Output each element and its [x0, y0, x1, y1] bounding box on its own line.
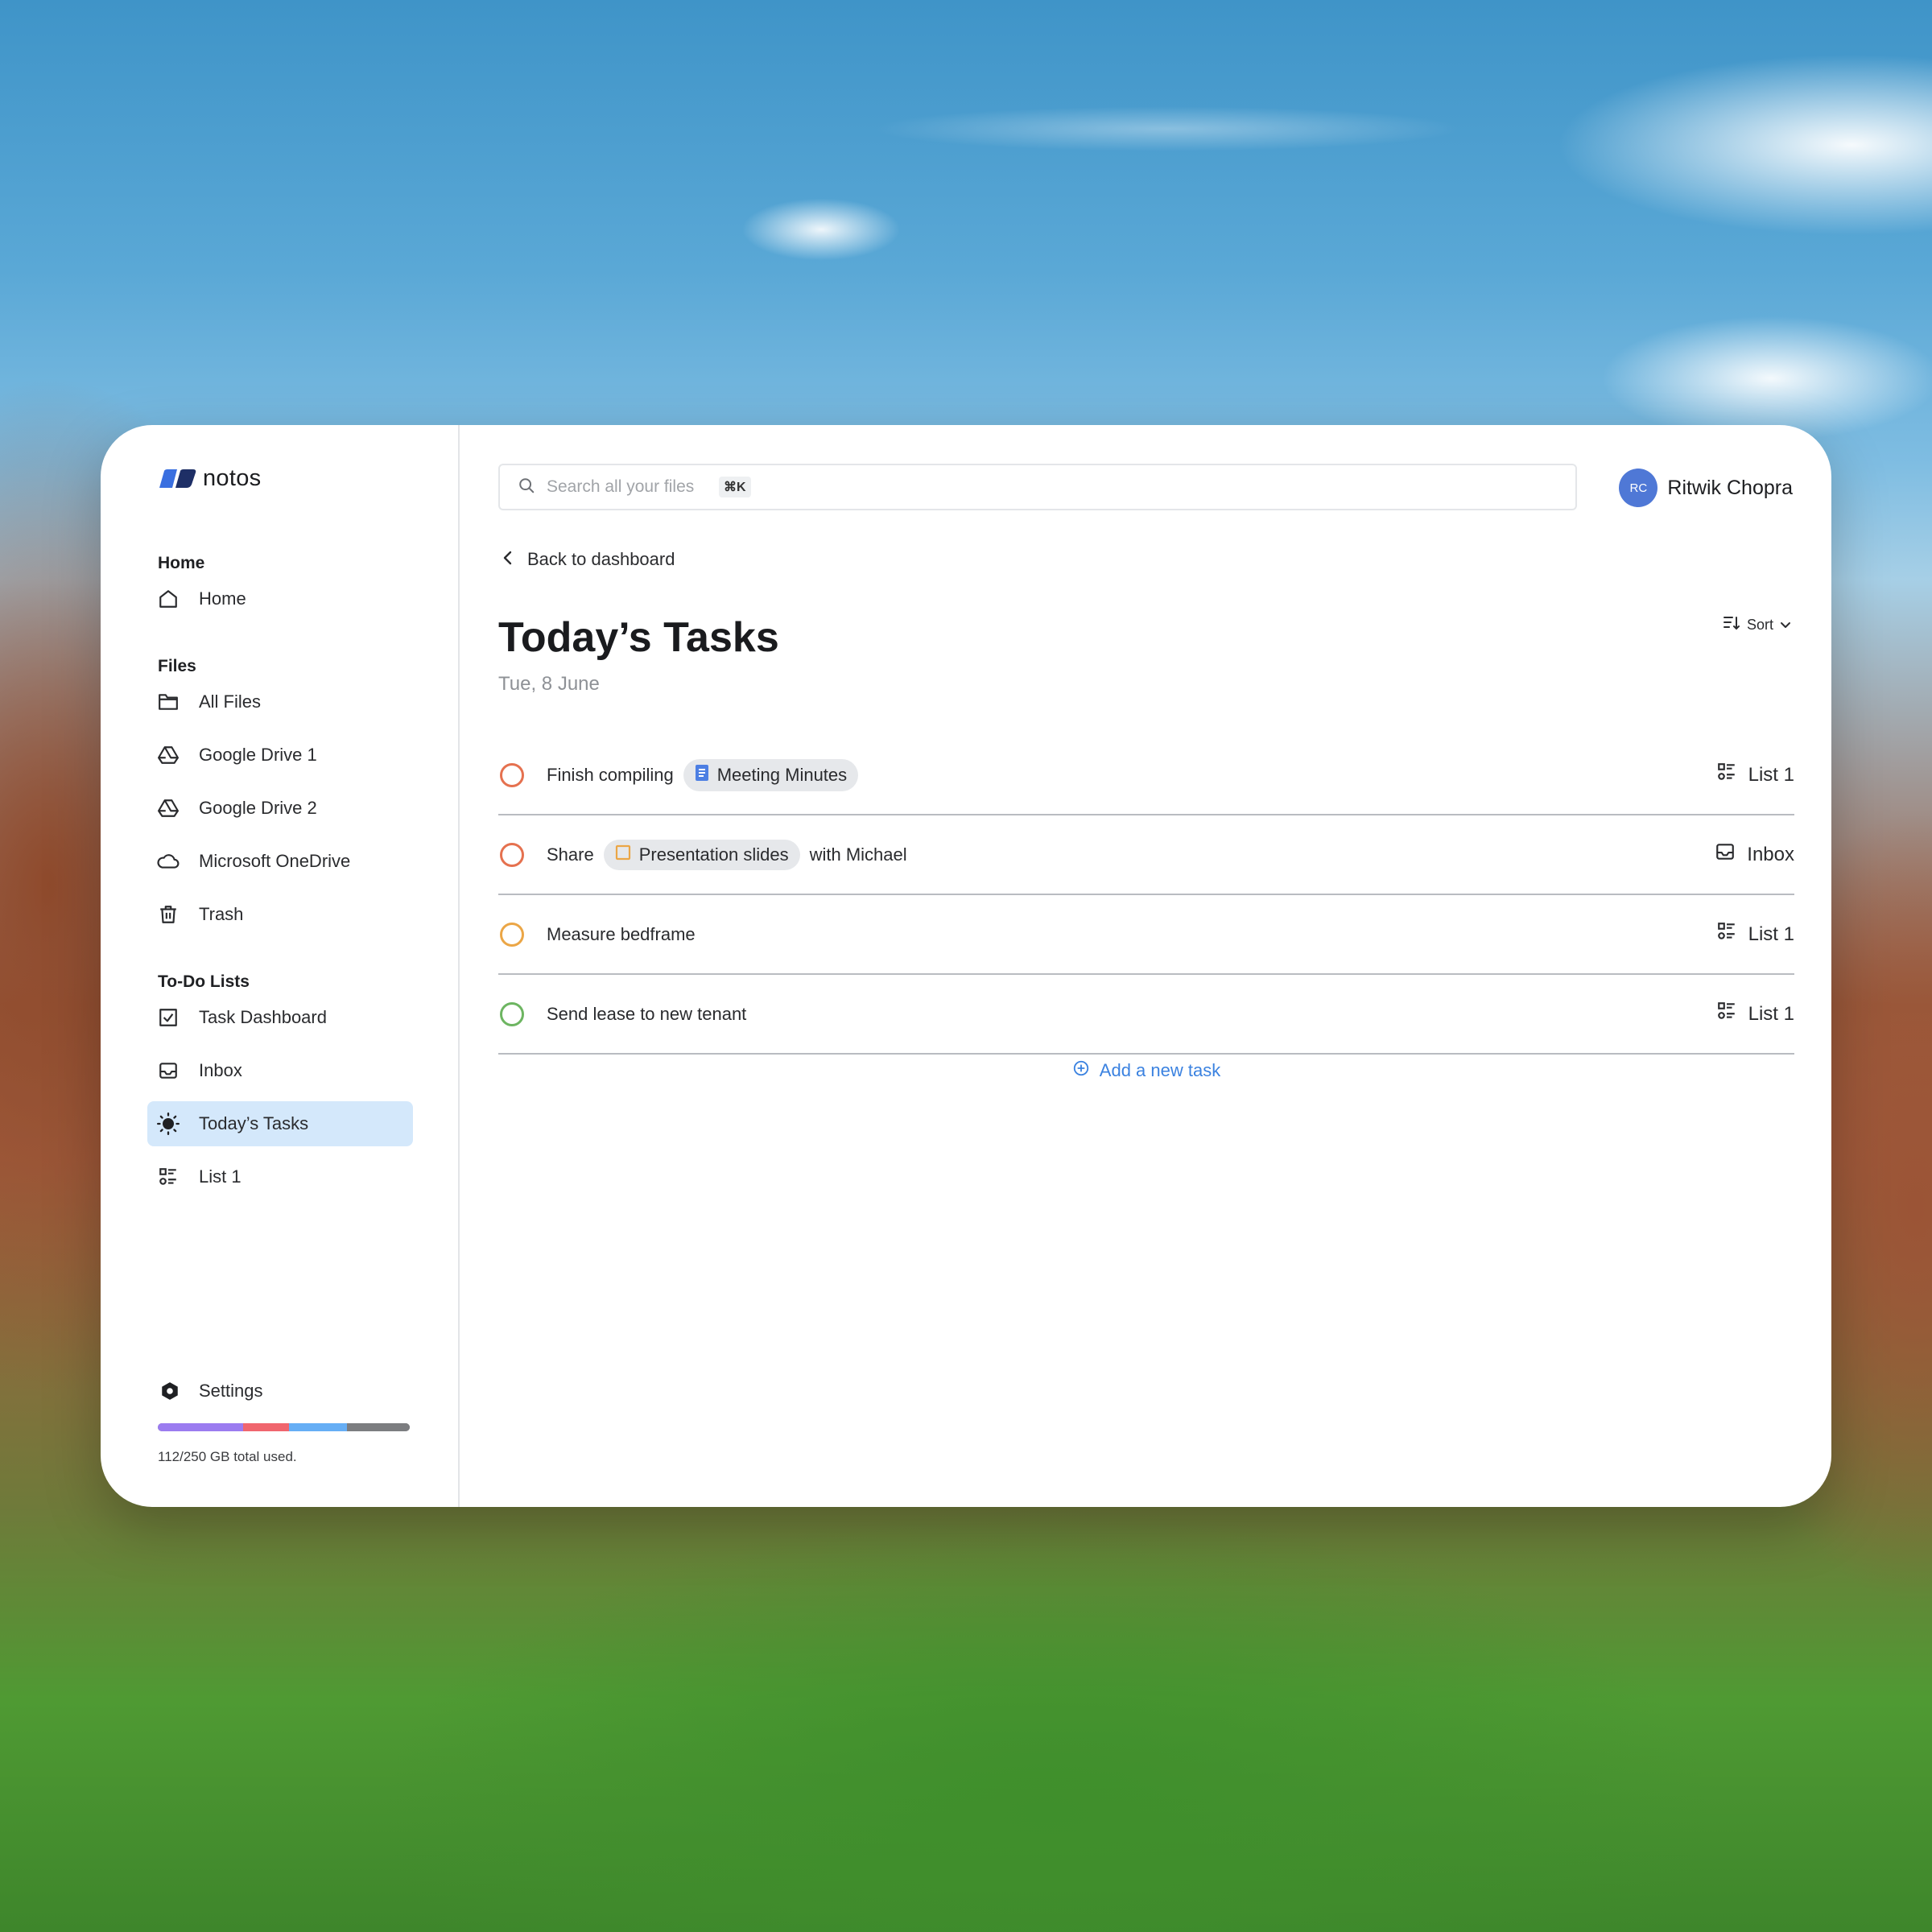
task-text: Measure bedframe	[547, 923, 696, 944]
task-row[interactable]: Finish compiling Meeting Minutes List 1	[498, 736, 1794, 815]
sidebar-item-todays-tasks[interactable]: Today’s Tasks	[147, 1101, 413, 1146]
task-list-label[interactable]: Inbox	[1715, 841, 1794, 868]
doc-icon	[695, 764, 709, 786]
list-name: List 1	[1748, 923, 1794, 945]
list-icon	[157, 1166, 180, 1188]
sidebar-item-label: Task Dashboard	[199, 1007, 327, 1027]
section-heading-files: Files	[158, 657, 196, 675]
home-icon	[157, 588, 180, 610]
sidebar-item-label: Google Drive 2	[199, 798, 317, 818]
task-complete-toggle[interactable]	[500, 1001, 524, 1026]
list-icon	[1716, 921, 1737, 947]
file-chip-label: Meeting Minutes	[716, 764, 848, 785]
sidebar-item-inbox[interactable]: Inbox	[147, 1048, 413, 1093]
search-icon	[518, 477, 535, 498]
sidebar-item-google-drive-1[interactable]: Google Drive 1	[147, 733, 413, 778]
sidebar-item-label: Microsoft OneDrive	[199, 851, 351, 871]
task-list-label[interactable]: List 1	[1716, 762, 1794, 788]
sidebar-item-all-files[interactable]: All Files	[147, 679, 413, 724]
storage-segment	[158, 1423, 244, 1431]
user-name: Ritwik Chopra	[1667, 476, 1793, 499]
checkbox-icon	[157, 1006, 180, 1029]
sidebar-item-label: Inbox	[199, 1060, 242, 1080]
sidebar-item-label: Google Drive 1	[199, 745, 317, 765]
task-text: Share	[547, 844, 594, 865]
task-complete-toggle[interactable]	[500, 842, 524, 867]
storage-segment	[243, 1423, 289, 1431]
file-chip-label: Presentation slides	[638, 844, 789, 865]
page-date: Tue, 8 June	[498, 673, 600, 695]
google-drive-icon	[157, 744, 180, 766]
storage-segment	[346, 1423, 410, 1431]
file-chip[interactable]: Presentation slides	[603, 839, 800, 870]
inbox-icon	[1715, 841, 1736, 868]
file-chip[interactable]: Meeting Minutes	[683, 758, 859, 791]
task-text-suffix: with Michael	[809, 844, 907, 865]
main-content: ⌘K RC Ritwik Chopra Back to dashboard To…	[460, 425, 1831, 1507]
list-icon	[1716, 1001, 1737, 1027]
logo[interactable]: notos	[158, 465, 261, 492]
chevron-left-icon	[502, 549, 514, 570]
task-complete-toggle[interactable]	[500, 922, 524, 947]
google-drive-icon	[157, 797, 180, 819]
sidebar-item-label: Home	[199, 588, 246, 609]
slides-icon	[615, 844, 631, 865]
section-heading-home: Home	[158, 554, 205, 572]
sidebar-item-label: Today’s Tasks	[199, 1113, 309, 1133]
storage-usage-bar	[158, 1423, 410, 1431]
task-row[interactable]: Measure bedframe List 1	[498, 895, 1794, 975]
settings-label: Settings	[199, 1381, 263, 1401]
search-input[interactable]	[545, 477, 709, 497]
sidebar-item-microsoft-onedrive[interactable]: Microsoft OneDrive	[147, 839, 413, 884]
task-complete-toggle[interactable]	[500, 762, 524, 787]
list-name: List 1	[1748, 763, 1794, 786]
chevron-down-icon	[1780, 617, 1791, 634]
sidebar-item-label: Trash	[199, 904, 244, 924]
task-list-label[interactable]: List 1	[1716, 921, 1794, 947]
sidebar-item-list-1[interactable]: List 1	[147, 1154, 413, 1199]
folder-icon	[157, 691, 180, 713]
cloud-icon	[157, 850, 180, 873]
notos-logo-icon	[159, 469, 196, 488]
settings-icon	[159, 1380, 181, 1402]
sidebar-item-label: All Files	[199, 691, 262, 712]
sidebar-item-trash[interactable]: Trash	[147, 892, 413, 937]
storage-usage-text: 112/250 GB total used.	[158, 1449, 297, 1464]
search-bar[interactable]: ⌘K	[498, 464, 1577, 510]
list-icon	[1716, 762, 1737, 788]
sidebar-item-google-drive-2[interactable]: Google Drive 2	[147, 786, 413, 831]
list-name: List 1	[1748, 1002, 1794, 1025]
plus-circle-icon	[1072, 1059, 1090, 1082]
task-list-label[interactable]: List 1	[1716, 1001, 1794, 1027]
storage-segment	[288, 1423, 347, 1431]
sidebar-item-settings[interactable]: Settings	[149, 1368, 415, 1414]
page-title: Today’s Tasks	[498, 614, 779, 661]
trash-icon	[157, 903, 180, 926]
add-task-button[interactable]: Add a new task	[460, 1059, 1831, 1082]
list-name: Inbox	[1747, 843, 1794, 865]
section-heading-todo-lists: To-Do Lists	[158, 972, 250, 991]
sort-button[interactable]: Sort	[1723, 615, 1791, 635]
add-task-label: Add a new task	[1099, 1060, 1221, 1080]
back-link-label: Back to dashboard	[527, 549, 675, 569]
sort-label: Sort	[1746, 617, 1773, 633]
app-window: notos Home Home Files All Files Google D…	[101, 425, 1831, 1507]
sidebar-item-home[interactable]: Home	[147, 576, 413, 621]
task-row[interactable]: Share Presentation slides with Michael I…	[498, 815, 1794, 895]
search-shortcut-badge: ⌘K	[719, 477, 751, 497]
sun-icon	[157, 1113, 180, 1135]
task-text: Finish compiling	[547, 764, 674, 785]
user-menu[interactable]: RC Ritwik Chopra	[1619, 469, 1793, 507]
back-to-dashboard-link[interactable]: Back to dashboard	[502, 549, 675, 570]
app-name: notos	[203, 465, 262, 491]
avatar: RC	[1619, 469, 1658, 507]
sort-icon	[1723, 615, 1740, 635]
sidebar: notos Home Home Files All Files Google D…	[101, 425, 460, 1507]
task-text: Send lease to new tenant	[547, 1003, 747, 1024]
sidebar-item-task-dashboard[interactable]: Task Dashboard	[147, 995, 413, 1040]
task-list: Finish compiling Meeting Minutes List 1	[498, 736, 1794, 1055]
task-row[interactable]: Send lease to new tenant List 1	[498, 975, 1794, 1055]
sidebar-item-label: List 1	[199, 1166, 242, 1187]
inbox-icon	[157, 1059, 180, 1082]
